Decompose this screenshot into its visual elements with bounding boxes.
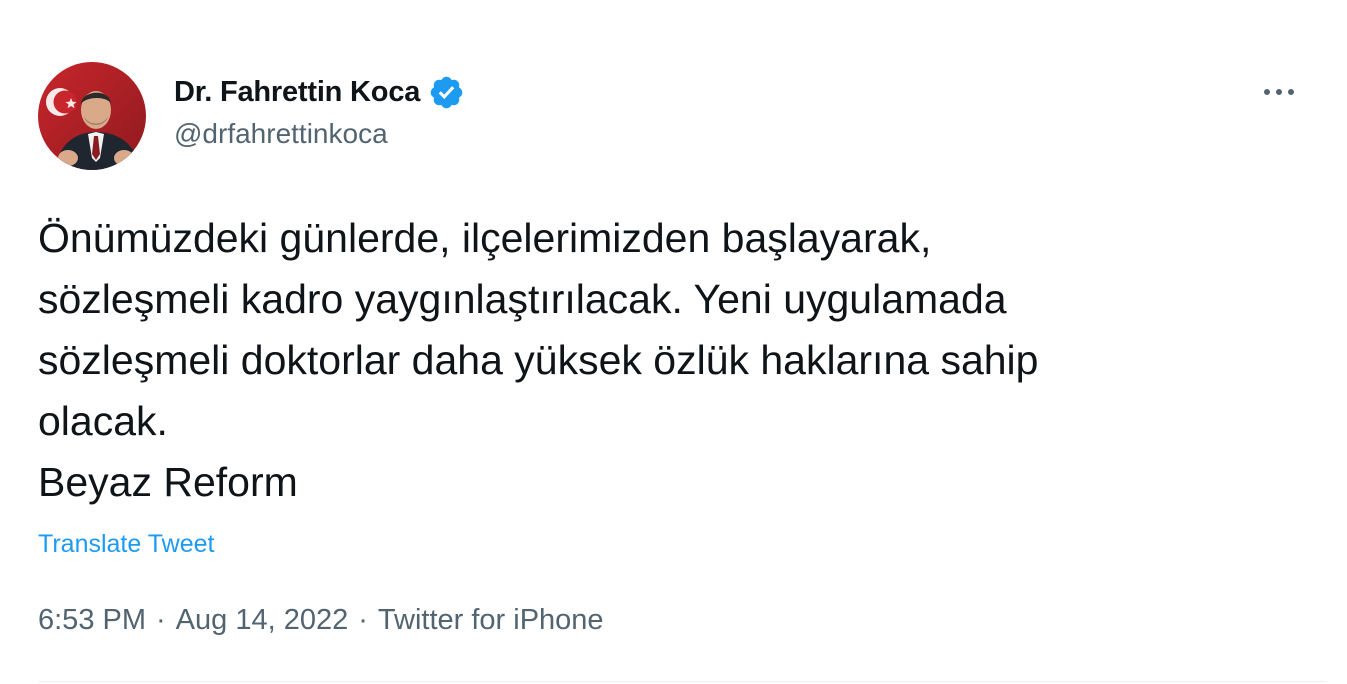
tweet-card: Dr. Fahrettin Koca @drfahrettinkoca Önüm… xyxy=(0,0,1347,684)
tweet-text: Önümüzdeki günlerde, ilçelerimizden başl… xyxy=(38,215,1039,505)
avatar-photo-icon xyxy=(38,62,146,170)
more-horizontal-icon[interactable] xyxy=(1261,80,1297,104)
author-name-row: Dr. Fahrettin Koca xyxy=(174,70,465,114)
author-avatar[interactable] xyxy=(38,62,146,170)
tweet-time[interactable]: 6:53 PM xyxy=(38,604,146,636)
meta-separator: · xyxy=(156,604,166,636)
author-display-name[interactable]: Dr. Fahrettin Koca xyxy=(174,76,420,109)
translate-tweet-link[interactable]: Translate Tweet xyxy=(38,530,214,559)
meta-separator: · xyxy=(358,604,368,636)
author-handle[interactable]: @drfahrettinkoca xyxy=(174,118,388,150)
tweet-date[interactable]: Aug 14, 2022 xyxy=(176,604,349,636)
divider xyxy=(38,681,1327,682)
verified-badge-icon xyxy=(428,74,465,111)
tweet-meta: 6:53 PM · Aug 14, 2022 · Twitter for iPhone xyxy=(38,604,604,637)
tweet-source[interactable]: Twitter for iPhone xyxy=(378,604,604,636)
